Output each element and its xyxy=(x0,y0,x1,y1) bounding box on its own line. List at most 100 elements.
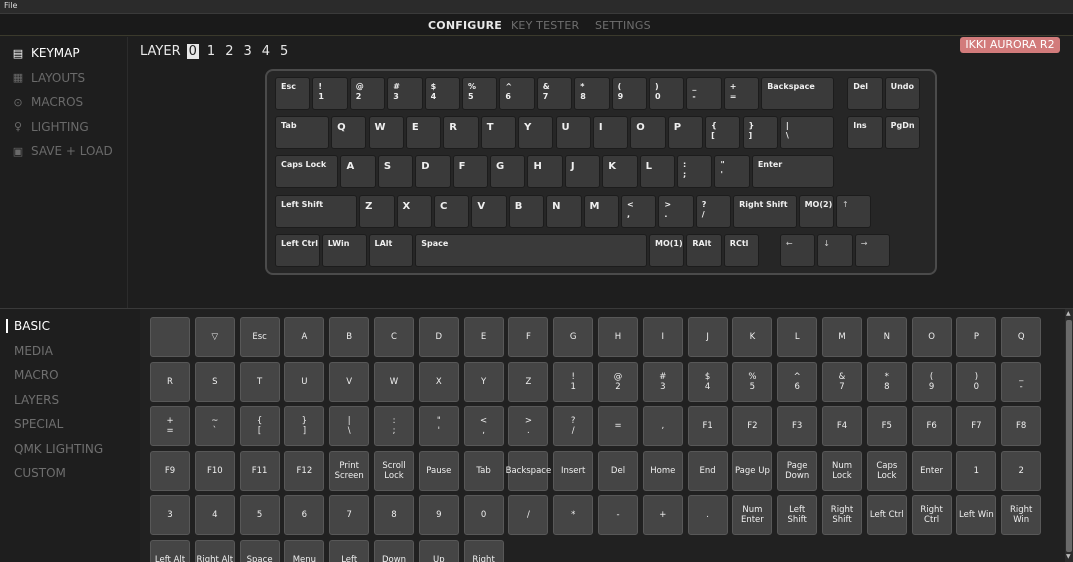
layer-4-button[interactable]: 4 xyxy=(260,44,272,59)
layer-3-button[interactable]: 3 xyxy=(241,44,253,59)
keycode-button[interactable]: Esc xyxy=(239,317,280,357)
keycode-button[interactable]: * 8 xyxy=(866,361,907,402)
keycode-button[interactable]: Home xyxy=(642,450,683,491)
keymap-key[interactable]: RCtl xyxy=(723,233,760,267)
keycode-button[interactable]: V xyxy=(329,361,370,402)
keycode-button[interactable]: Right Win xyxy=(1001,495,1042,536)
keymap-key[interactable]: T xyxy=(480,116,517,150)
category-basic[interactable]: BASIC xyxy=(6,319,50,333)
keycode-button[interactable]: @ 2 xyxy=(598,361,638,402)
category-media[interactable]: MEDIA xyxy=(14,344,53,358)
layer-0-button[interactable]: 0 xyxy=(186,44,199,59)
keymap-key[interactable]: F xyxy=(452,155,489,189)
keycode-button[interactable]: F5 xyxy=(866,406,907,447)
keycode-button[interactable]: % 5 xyxy=(732,361,773,402)
category-qmk-lighting[interactable]: QMK LIGHTING xyxy=(14,442,103,456)
keymap-key[interactable]: ← xyxy=(779,233,816,267)
keycode-button[interactable]: = xyxy=(598,406,638,447)
keycode-button[interactable]: P xyxy=(956,317,997,357)
keycode-button[interactable]: B xyxy=(329,317,370,357)
keycode-button[interactable]: H xyxy=(598,317,638,357)
keycode-button[interactable]: Pause xyxy=(418,450,459,491)
keycode-button[interactable]: G xyxy=(553,317,594,357)
keymap-key[interactable]: E xyxy=(405,116,442,150)
keymap-key[interactable]: ( 9 xyxy=(611,77,647,110)
keycode-button[interactable]: I xyxy=(642,317,683,357)
keymap-key[interactable]: H xyxy=(527,155,563,189)
keymap-key[interactable]: A xyxy=(340,155,376,189)
keymap-key[interactable]: Caps Lock xyxy=(275,155,339,189)
keymap-key[interactable]: $ 4 xyxy=(424,77,460,110)
keycode-button[interactable]: D xyxy=(418,317,459,357)
keycode-button[interactable]: Right Ctrl xyxy=(911,495,952,536)
keycode-button[interactable]: Left Alt xyxy=(150,540,190,562)
keycode-button[interactable]: 1 xyxy=(956,450,997,491)
keycode-button[interactable]: F9 xyxy=(150,450,190,491)
keymap-key[interactable]: O xyxy=(630,116,666,150)
keycode-button[interactable]: K xyxy=(732,317,773,357)
keymap-key[interactable]: _ - xyxy=(686,77,722,110)
keycode-button[interactable]: X xyxy=(418,361,459,402)
keymap-key[interactable]: < , xyxy=(620,194,657,228)
keymap-key[interactable]: LAlt xyxy=(368,233,414,267)
keymap-key[interactable]: LWin xyxy=(321,233,367,267)
keymap-key[interactable]: N xyxy=(546,194,582,228)
keycode-button[interactable]: ~ ` xyxy=(194,406,235,447)
keycode-button[interactable]: F4 xyxy=(822,406,862,447)
keymap-key[interactable]: K xyxy=(602,155,638,189)
keycode-button[interactable]: Del xyxy=(598,450,638,491)
keymap-key[interactable]: } ] xyxy=(742,116,778,150)
transparent-key-icon[interactable]: ▽ xyxy=(194,317,235,357)
keycode-button[interactable]: F xyxy=(508,317,549,357)
keycode-button[interactable]: } ] xyxy=(284,406,325,447)
keymap-key[interactable]: ↑ xyxy=(836,194,872,228)
keycode-button[interactable]: E xyxy=(463,317,504,357)
sidebar-item-keymap[interactable]: ▤ KEYMAP xyxy=(10,44,80,62)
keycode-button[interactable]: / xyxy=(508,495,549,536)
keycode-button[interactable]: Up xyxy=(418,540,459,562)
keymap-key[interactable]: # 3 xyxy=(387,77,423,110)
category-macro[interactable]: MACRO xyxy=(14,368,59,382)
keymap-key[interactable]: C xyxy=(433,194,470,228)
keymap-key[interactable]: S xyxy=(377,155,414,189)
keycode-button[interactable]: . xyxy=(687,495,728,536)
keycode-button[interactable]: A xyxy=(284,317,325,357)
keycode-button[interactable]: : ; xyxy=(374,406,414,447)
keymap-key[interactable]: Backspace xyxy=(761,77,834,110)
keycode-button[interactable]: Page Down xyxy=(777,450,818,491)
keycode-button[interactable]: 2 xyxy=(1001,450,1042,491)
keycode-button[interactable]: F7 xyxy=(956,406,997,447)
keycode-button[interactable]: Print Screen xyxy=(329,450,370,491)
keymap-key[interactable]: Space xyxy=(415,233,647,267)
keymap-key[interactable]: M xyxy=(583,194,619,228)
layer-5-button[interactable]: 5 xyxy=(278,44,290,59)
layer-2-button[interactable]: 2 xyxy=(223,44,235,59)
keycode-button[interactable]: + = xyxy=(150,406,190,447)
keymap-key[interactable]: I xyxy=(592,116,629,150)
keycode-button[interactable]: ) 0 xyxy=(956,361,997,402)
tab-key-tester[interactable]: KEY TESTER xyxy=(511,19,579,32)
keycode-button[interactable]: + xyxy=(642,495,683,536)
keymap-key[interactable]: R xyxy=(443,116,479,150)
keymap-key[interactable]: RAlt xyxy=(686,233,722,267)
keycode-button[interactable]: 3 xyxy=(150,495,190,536)
keymap-key[interactable]: ↓ xyxy=(817,233,853,267)
keymap-key[interactable]: Left Shift xyxy=(275,194,358,228)
keycode-button[interactable]: W xyxy=(374,361,414,402)
keycode-button[interactable]: F2 xyxy=(732,406,773,447)
keycode-button[interactable]: | \ xyxy=(329,406,370,447)
keycode-button[interactable]: F8 xyxy=(1001,406,1042,447)
keycode-button[interactable]: Left xyxy=(329,540,370,562)
keycode-button[interactable]: S xyxy=(194,361,235,402)
keymap-key[interactable]: * 8 xyxy=(574,77,610,110)
keycode-button[interactable]: & 7 xyxy=(822,361,862,402)
keymap-key[interactable]: Left Ctrl xyxy=(275,233,320,267)
keycode-button[interactable]: ( 9 xyxy=(911,361,952,402)
sidebar-item-lighting[interactable]: ♀ LIGHTING xyxy=(10,118,89,136)
keycode-button[interactable]: J xyxy=(687,317,728,357)
keycode-button[interactable]: Space xyxy=(239,540,280,562)
category-custom[interactable]: CUSTOM xyxy=(14,466,66,480)
tab-settings[interactable]: SETTINGS xyxy=(595,19,651,32)
keycode-button[interactable]: ! 1 xyxy=(553,361,594,402)
keycode-button[interactable]: Right Alt xyxy=(194,540,235,562)
